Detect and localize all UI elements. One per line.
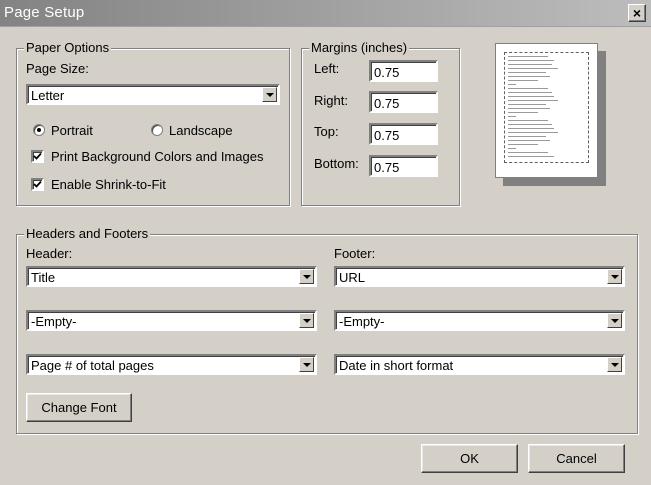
change-font-label: Change Font xyxy=(41,400,117,415)
right-margin-input[interactable]: 0.75 xyxy=(369,91,438,113)
chevron-down-icon[interactable] xyxy=(607,313,622,328)
page-size-label: Page Size: xyxy=(26,61,89,76)
footer-value-3: Date in short format xyxy=(339,358,454,373)
header-select-3[interactable]: Page # of total pages xyxy=(26,354,317,375)
header-select-2[interactable]: -Empty- xyxy=(26,310,317,331)
title-bar: Page Setup × xyxy=(0,0,651,27)
window-title: Page Setup xyxy=(4,4,85,21)
chevron-down-icon[interactable] xyxy=(299,357,314,372)
chevron-down-icon[interactable] xyxy=(262,87,277,102)
page-preview xyxy=(495,43,598,178)
chevron-down-icon[interactable] xyxy=(299,269,314,284)
chevron-down-icon[interactable] xyxy=(607,357,622,372)
left-margin-value: 0.75 xyxy=(374,65,400,80)
print-background-checkbox[interactable] xyxy=(31,150,44,163)
right-margin-label: Right: xyxy=(314,93,348,108)
chevron-down-icon[interactable] xyxy=(299,313,314,328)
page-size-value: Letter xyxy=(31,88,65,103)
left-margin-input[interactable]: 0.75 xyxy=(369,60,438,82)
change-font-button[interactable]: Change Font xyxy=(26,393,132,422)
footer-select-1[interactable]: URL xyxy=(334,266,625,287)
chevron-down-icon[interactable] xyxy=(607,269,622,284)
header-value-2: -Empty- xyxy=(31,314,77,329)
header-select-1[interactable]: Title xyxy=(26,266,317,287)
footer-value-1: URL xyxy=(339,270,366,285)
ok-button[interactable]: OK xyxy=(421,444,518,473)
top-margin-value: 0.75 xyxy=(374,128,400,143)
checkmark-icon xyxy=(33,180,42,188)
footer-select-3[interactable]: Date in short format xyxy=(334,354,625,375)
close-icon: × xyxy=(632,5,642,21)
landscape-radio[interactable] xyxy=(151,124,163,136)
page-size-select[interactable]: Letter xyxy=(26,84,280,105)
right-margin-value: 0.75 xyxy=(374,96,400,111)
checkmark-icon xyxy=(33,152,42,160)
top-margin-label: Top: xyxy=(314,124,339,139)
shrink-to-fit-checkbox[interactable] xyxy=(31,178,44,191)
page-preview-lines xyxy=(508,56,568,160)
portrait-radio[interactable] xyxy=(33,124,45,136)
landscape-label: Landscape xyxy=(169,123,233,138)
header-value-1: Title xyxy=(31,270,56,285)
top-margin-input[interactable]: 0.75 xyxy=(369,123,438,145)
close-button[interactable]: × xyxy=(628,4,646,22)
footer-label: Footer: xyxy=(334,246,376,261)
header-value-3: Page # of total pages xyxy=(31,358,154,373)
portrait-label: Portrait xyxy=(51,123,93,138)
left-margin-label: Left: xyxy=(314,61,340,76)
cancel-button[interactable]: Cancel xyxy=(528,444,625,473)
footer-select-2[interactable]: -Empty- xyxy=(334,310,625,331)
ok-label: OK xyxy=(460,451,479,466)
print-background-label: Print Background Colors and Images xyxy=(51,149,264,164)
paper-options-legend: Paper Options xyxy=(24,40,112,55)
bottom-margin-value: 0.75 xyxy=(374,160,400,175)
shrink-to-fit-label: Enable Shrink-to-Fit xyxy=(51,177,166,192)
footer-value-2: -Empty- xyxy=(339,314,385,329)
headers-footers-legend: Headers and Footers xyxy=(24,226,151,241)
bottom-margin-input[interactable]: 0.75 xyxy=(369,155,438,177)
cancel-label: Cancel xyxy=(556,451,597,466)
margins-legend: Margins (inches) xyxy=(309,40,410,55)
bottom-margin-label: Bottom: xyxy=(314,156,359,171)
header-label: Header: xyxy=(26,246,73,261)
